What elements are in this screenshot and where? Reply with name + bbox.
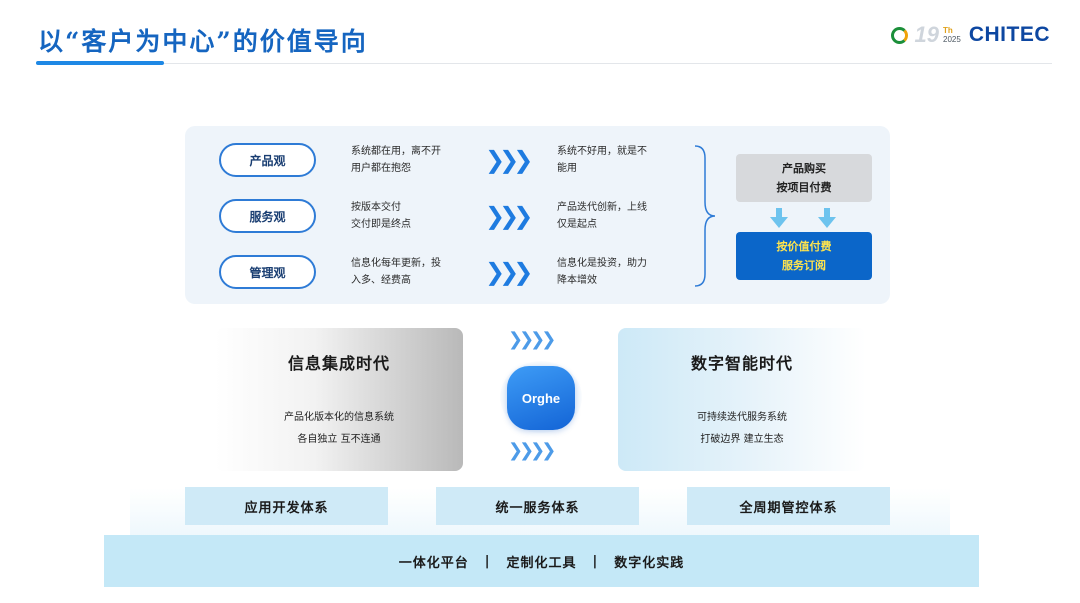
era-desc-line: 打破边界 建立生态	[700, 434, 784, 445]
chevron-right-icon: ❯❯❯❯	[508, 329, 556, 350]
era-title: 数字智能时代	[690, 354, 793, 373]
triple-chevron-right-icon: ❯❯❯	[485, 202, 533, 230]
chevron-right-icon: ❯❯❯❯	[508, 440, 556, 461]
swirl-logo-icon	[889, 24, 911, 46]
new-view-line: 系统不好用，就是不	[557, 146, 647, 157]
new-view-text: 产品迭代创新，上线 仅是起点	[557, 199, 682, 233]
new-view-line: 能用	[557, 163, 577, 174]
title-accent-bar	[36, 61, 164, 65]
view-pill-product: 产品观	[219, 143, 316, 177]
old-view-line: 信息化每年更新，投	[351, 258, 441, 269]
old-payment-line: 按项目付费	[776, 181, 832, 194]
old-view-line: 入多、经费高	[351, 275, 411, 286]
platform-bar: 一体化平台 | 定制化工具 | 数字化实践	[104, 535, 979, 587]
slide: 以“客户为中心”的价值导向 19 Th 2025 CHITEC 产品观 系统都在…	[0, 0, 1080, 603]
new-payment-box: 按价值付费 服务订阅	[736, 232, 872, 280]
new-view-line: 信息化是投资，助力	[557, 258, 647, 269]
era-title: 信息集成时代	[287, 354, 390, 373]
view-pill-service: 服务观	[219, 199, 316, 233]
new-view-text: 系统不好用，就是不 能用	[557, 143, 682, 177]
era-desc-line: 可持续迭代服务系统	[697, 412, 787, 423]
old-view-text: 按版本交付 交付即是终点	[351, 199, 476, 233]
value-comparison-panel: 产品观 系统都在用，离不开 用户都在抱怨 ❯❯❯ 系统不好用，就是不 能用 服务…	[185, 126, 890, 304]
platform-separator: |	[592, 553, 599, 569]
page-title: 以“客户为中心”的价值导向	[38, 27, 368, 56]
old-view-line: 按版本交付	[351, 202, 401, 213]
platform-separator: |	[484, 553, 491, 569]
app-name: Orghe	[521, 390, 561, 406]
old-view-text: 信息化每年更新，投 入多、经费高	[351, 255, 476, 289]
platform-item: 数字化实践	[614, 555, 685, 571]
new-payment-line: 按价值付费	[776, 240, 832, 253]
down-arrow-icon	[770, 208, 788, 228]
down-arrow-icons	[770, 208, 836, 228]
new-view-line: 产品迭代创新，上线	[557, 202, 647, 213]
logo-text: CHITEC	[968, 23, 1050, 46]
old-view-line: 用户都在抱怨	[351, 163, 411, 174]
system-lifecycle-control: 全周期管控体系	[687, 487, 890, 525]
system-unified-service: 统一服务体系	[436, 487, 639, 525]
down-arrow-icon	[818, 208, 836, 228]
chitec-logo: 19 Th 2025 CHITEC	[889, 22, 1050, 48]
platform-item: 一体化平台	[398, 555, 469, 571]
new-view-line: 降本增效	[557, 275, 597, 286]
old-view-line: 交付即是终点	[351, 219, 411, 230]
new-payment-line: 服务订阅	[782, 259, 826, 272]
triple-chevron-right-icon: ❯❯❯	[485, 258, 533, 286]
era-card-digital-intelligence: 数字智能时代 可持续迭代服务系统 打破边界 建立生态	[618, 328, 866, 471]
logo-superscript: Th 2025	[943, 26, 961, 44]
right-brace-icon	[694, 145, 716, 287]
era-card-info-integration: 信息集成时代 产品化版本化的信息系统 各自独立 互不连通	[215, 328, 463, 471]
era-desc-line: 各自独立 互不连通	[297, 434, 381, 445]
logo-sup-year: 2025	[943, 35, 961, 44]
old-payment-line: 产品购买	[782, 162, 826, 175]
view-pill-management: 管理观	[219, 255, 316, 289]
system-app-dev: 应用开发体系	[185, 487, 388, 525]
triple-chevron-right-icon: ❯❯❯	[485, 146, 533, 174]
new-view-text: 信息化是投资，助力 降本增效	[557, 255, 682, 289]
title-divider	[36, 63, 1052, 64]
old-view-line: 系统都在用，离不开	[351, 146, 441, 157]
era-desc-line: 产品化版本化的信息系统	[284, 412, 394, 423]
logo-sup-th: Th	[943, 26, 953, 35]
old-payment-box: 产品购买 按项目付费	[736, 154, 872, 202]
platform-item: 定制化工具	[506, 555, 577, 571]
orghe-app-icon: Orghe	[507, 366, 575, 430]
new-view-line: 仅是起点	[557, 219, 597, 230]
logo-number: 19	[914, 22, 940, 47]
old-view-text: 系统都在用，离不开 用户都在抱怨	[351, 143, 476, 177]
